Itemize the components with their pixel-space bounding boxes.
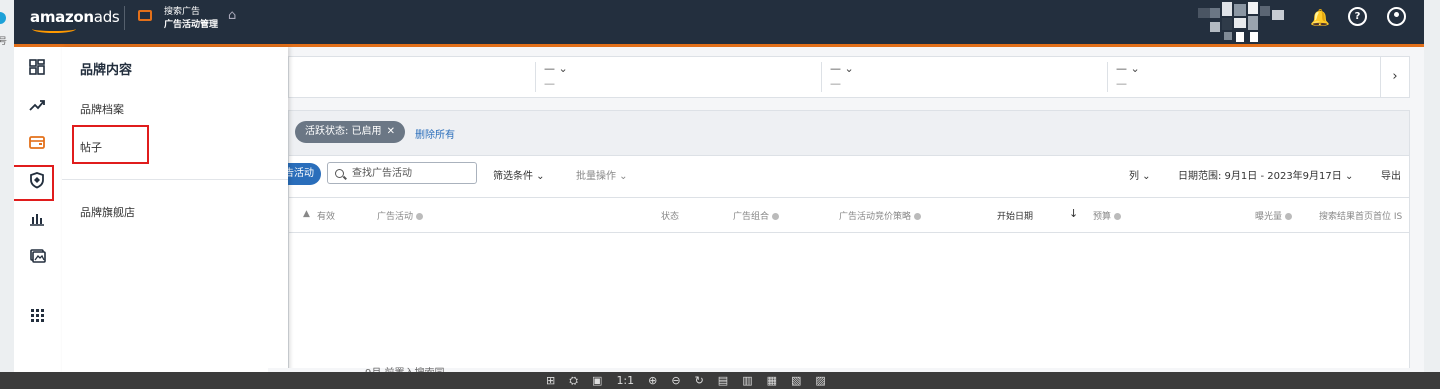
actual-size-icon[interactable]: 1:1 <box>616 374 634 388</box>
info-icon <box>1285 213 1293 220</box>
home-icon[interactable]: ⌂ <box>228 8 236 23</box>
chip-close-icon[interactable]: ✕ <box>387 126 395 137</box>
campaign-icon <box>138 10 152 21</box>
left-strip-char: 号 <box>0 37 8 47</box>
info-icon <box>416 213 424 220</box>
account-pixelated-image <box>1184 0 1302 44</box>
info-icon <box>914 213 922 220</box>
warning-icon: ▲ <box>303 209 310 219</box>
flyout-item-brand-store[interactable]: 品牌旗舰店 <box>80 204 135 220</box>
viewer-left-strip: 号 <box>0 0 14 389</box>
apps-grid-icon[interactable] <box>28 306 46 324</box>
filter-dropdown[interactable]: 筛选条件 ⌄ <box>493 167 545 182</box>
copy-icon[interactable]: ▦ <box>767 374 777 388</box>
help-icon[interactable]: ? <box>1348 7 1367 26</box>
flyout-title: 品牌内容 <box>80 63 133 78</box>
amazon-ads-app: amazonads 搜索广告 广告活动管理 ⌂ 🔔 ? — ⌄ — — ⌄ — … <box>14 0 1424 372</box>
image-icon[interactable]: ▣ <box>592 374 602 388</box>
highlight-box-posts <box>72 125 149 164</box>
bulk-actions-dropdown[interactable]: 批量操作 ⌄ <box>576 167 628 182</box>
zoom-in-icon[interactable]: ⊕ <box>648 374 657 388</box>
nav-icon-rail <box>14 47 63 372</box>
col-active[interactable]: 有效 <box>317 209 335 222</box>
date-range-picker[interactable]: 日期范围: 9月1日 - 2023年9月17日 ⌄ <box>1178 167 1353 182</box>
print-icon[interactable]: ▨ <box>815 374 825 388</box>
clear-all-filters-link[interactable]: 删除所有 <box>415 126 455 141</box>
breadcrumb-current[interactable]: 广告活动管理 <box>164 17 218 30</box>
crop-icon[interactable]: ▤ <box>718 374 728 388</box>
status-filter-chip[interactable]: 活跃状态: 已启用 ✕ <box>295 121 405 143</box>
flyout-divider <box>62 179 288 180</box>
settings-icon[interactable]: ⛭ <box>569 374 578 388</box>
col-portfolio[interactable]: 广告组合 <box>733 209 780 222</box>
col-status[interactable]: 状态 <box>661 209 679 222</box>
save-icon[interactable]: ▧ <box>791 374 801 388</box>
info-icon <box>772 213 780 220</box>
trend-icon[interactable] <box>28 96 46 114</box>
amazon-ads-logo[interactable]: amazonads <box>30 8 120 33</box>
reports-icon[interactable] <box>28 209 46 227</box>
flyout-item-brand-profile[interactable]: 品牌档案 <box>80 101 124 117</box>
zoom-out-icon[interactable]: ⊖ <box>671 374 680 388</box>
top-header: amazonads 搜索广告 广告活动管理 ⌂ 🔔 ? <box>14 0 1424 47</box>
dashboard-icon[interactable] <box>28 58 46 76</box>
metric-card[interactable]: — ⌄ — <box>821 62 1101 92</box>
columns-dropdown[interactable]: 列 ⌄ <box>1129 167 1151 182</box>
info-icon <box>1114 213 1122 220</box>
highlight-box-shield <box>14 165 54 201</box>
metric-card[interactable]: — ⌄ — <box>535 62 815 92</box>
sort-down-icon[interactable]: ↓ <box>1069 207 1078 220</box>
user-account-icon[interactable] <box>1387 7 1406 26</box>
brand-content-flyout: 品牌内容 品牌档案 帖子 品牌旗舰店 <box>62 47 288 372</box>
viewer-right-strip <box>1424 0 1440 389</box>
col-budget[interactable]: 预算 <box>1093 209 1122 222</box>
metric-card[interactable]: — ⌄ — <box>1107 62 1387 92</box>
col-campaign[interactable]: 广告活动 <box>377 209 424 222</box>
breadcrumb-parent[interactable]: 搜索广告 <box>164 4 200 17</box>
search-icon <box>335 169 344 178</box>
gallery-icon[interactable]: ▥ <box>742 374 752 388</box>
active-filters-bar: 活跃状态: 已启用 ✕ 删除所有 <box>289 111 1409 156</box>
rotate-icon[interactable]: ↻ <box>695 374 704 388</box>
header-divider <box>124 6 125 30</box>
metrics-next-button[interactable]: › <box>1380 57 1409 97</box>
image-viewer-toolbar: ⊞ ⛭ ▣ 1:1 ⊕ ⊖ ↻ ▤ ▥ ▦ ▧ ▨ <box>0 372 1440 389</box>
campaigns-card: 活跃状态: 已启用 ✕ 删除所有 告活动 查找广告活动 筛选条件 ⌄ 批量操作 ⌄… <box>277 110 1410 372</box>
export-button[interactable]: 导出 <box>1381 167 1401 182</box>
col-start-date[interactable]: 开始日期 <box>997 209 1033 222</box>
fit-icon[interactable]: ⊞ <box>546 374 555 388</box>
search-campaigns-input[interactable]: 查找广告活动 <box>327 162 477 184</box>
col-bid-strategy[interactable]: 广告活动竞价策略 <box>839 209 922 222</box>
campaign-icon[interactable] <box>28 133 46 151</box>
media-icon[interactable] <box>28 247 46 265</box>
app-badge-icon <box>0 12 6 24</box>
col-impressions[interactable]: 曝光量 <box>1255 209 1293 222</box>
col-top-of-search[interactable]: 搜索结果首页首位 IS <box>1319 209 1402 222</box>
metrics-strip: — ⌄ — — ⌄ — — ⌄ — › <box>288 56 1410 98</box>
notifications-bell-icon[interactable]: 🔔 <box>1310 8 1330 27</box>
table-header-row: ▲ 有效 广告活动 状态 广告组合 广告活动竞价策略 开始日期 ↓ 预算 曝光量… <box>289 197 1409 233</box>
